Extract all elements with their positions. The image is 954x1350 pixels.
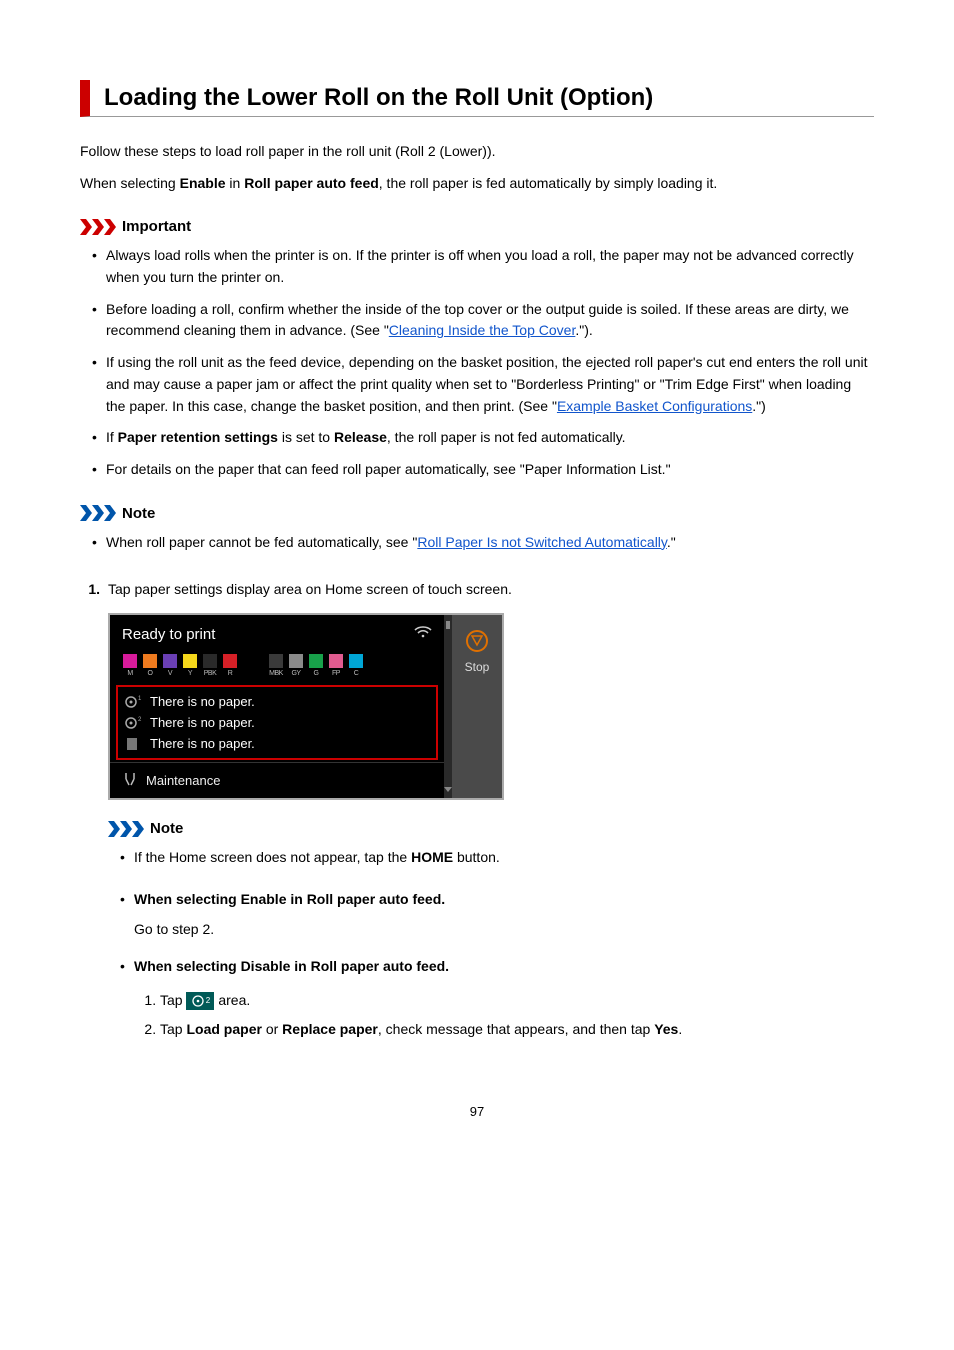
note-item-1: When roll paper cannot be fed automatica… xyxy=(92,532,874,554)
ui-stop-label: Stop xyxy=(465,660,490,674)
ui-stop-button[interactable]: Stop xyxy=(452,615,502,798)
note-list: When roll paper cannot be fed automatica… xyxy=(80,532,874,554)
important-item-3: If using the roll unit as the feed devic… xyxy=(92,352,874,417)
sheet-icon xyxy=(124,737,142,751)
page-number: 97 xyxy=(80,1104,874,1119)
ui-scrollbar[interactable] xyxy=(444,615,452,798)
important-list: Always load rolls when the printer is on… xyxy=(80,245,874,480)
svg-text:1: 1 xyxy=(138,696,142,702)
ui-roll-2[interactable]: 2 There is no paper. xyxy=(124,712,430,733)
note-list-2: If the Home screen does not appear, tap … xyxy=(108,847,874,869)
note-label: Note xyxy=(122,505,155,522)
scroll-down-icon xyxy=(444,787,452,792)
important-item-5: For details on the paper that can feed r… xyxy=(92,459,874,481)
important-item-1: Always load rolls when the printer is on… xyxy=(92,245,874,288)
important-item-4: If Paper retention settings is set to Re… xyxy=(92,427,874,449)
ui-sheet[interactable]: There is no paper. xyxy=(124,733,430,754)
ui-maintenance[interactable]: Maintenance xyxy=(110,762,444,798)
note-heading-2: Note xyxy=(108,820,874,837)
important-icon xyxy=(80,219,116,235)
roll-2-icon: 2 xyxy=(124,716,142,730)
page-title: Loading the Lower Roll on the Roll Unit … xyxy=(104,84,874,112)
important-heading: Important xyxy=(80,218,874,235)
roll-1-icon: 1 xyxy=(124,695,142,709)
wifi-icon xyxy=(414,625,432,644)
sub-d-step-1: Tap 2 area. xyxy=(160,986,874,1015)
step-1: 1. Tap paper settings display area on Ho… xyxy=(80,581,874,597)
touch-screen: Ready to print MOVYPBKR MBKGYGFPC 1 Ther… xyxy=(108,613,504,800)
link-roll-not-switched[interactable]: Roll Paper Is not Switched Automatically xyxy=(417,534,667,550)
sub-options: When selecting Enable in Roll paper auto… xyxy=(108,889,874,1044)
note-icon xyxy=(80,505,116,521)
svg-text:2: 2 xyxy=(138,717,142,723)
step-1-text: Tap paper settings display area on Home … xyxy=(108,581,874,597)
intro-line-1: Follow these steps to load roll paper in… xyxy=(80,141,874,163)
maintenance-icon xyxy=(122,771,138,790)
ui-roll-1[interactable]: 1 There is no paper. xyxy=(124,691,430,712)
sub-enable: When selecting Enable in Roll paper auto… xyxy=(120,889,874,940)
ui-ink-row: MOVYPBKR MBKGYGFPC xyxy=(110,650,444,683)
note-heading: Note xyxy=(80,505,874,522)
note2-item: If the Home screen does not appear, tap … xyxy=(120,847,874,869)
roll-2-inline-icon: 2 xyxy=(186,992,214,1010)
sub-disable: When selecting Disable in Roll paper aut… xyxy=(120,956,874,1044)
sub-d-step-2: Tap Load paper or Replace paper, check m… xyxy=(160,1015,874,1044)
intro-line-2: When selecting Enable in Roll paper auto… xyxy=(80,173,874,195)
important-item-2: Before loading a roll, confirm whether t… xyxy=(92,299,874,342)
sub-disable-steps: Tap 2 area. Tap Load paper or Replace pa… xyxy=(134,986,874,1044)
ui-status: Ready to print xyxy=(122,626,215,643)
link-cleaning-top-cover[interactable]: Cleaning Inside the Top Cover xyxy=(389,322,576,338)
link-basket-config[interactable]: Example Basket Configurations xyxy=(557,398,752,414)
important-label: Important xyxy=(122,218,191,235)
stop-icon xyxy=(465,629,489,656)
note-icon-2 xyxy=(108,821,144,837)
step-1-number: 1. xyxy=(80,581,100,597)
ui-paper-area[interactable]: 1 There is no paper. 2 There is no paper… xyxy=(116,685,438,760)
page-title-wrap: Loading the Lower Roll on the Roll Unit … xyxy=(80,80,874,117)
